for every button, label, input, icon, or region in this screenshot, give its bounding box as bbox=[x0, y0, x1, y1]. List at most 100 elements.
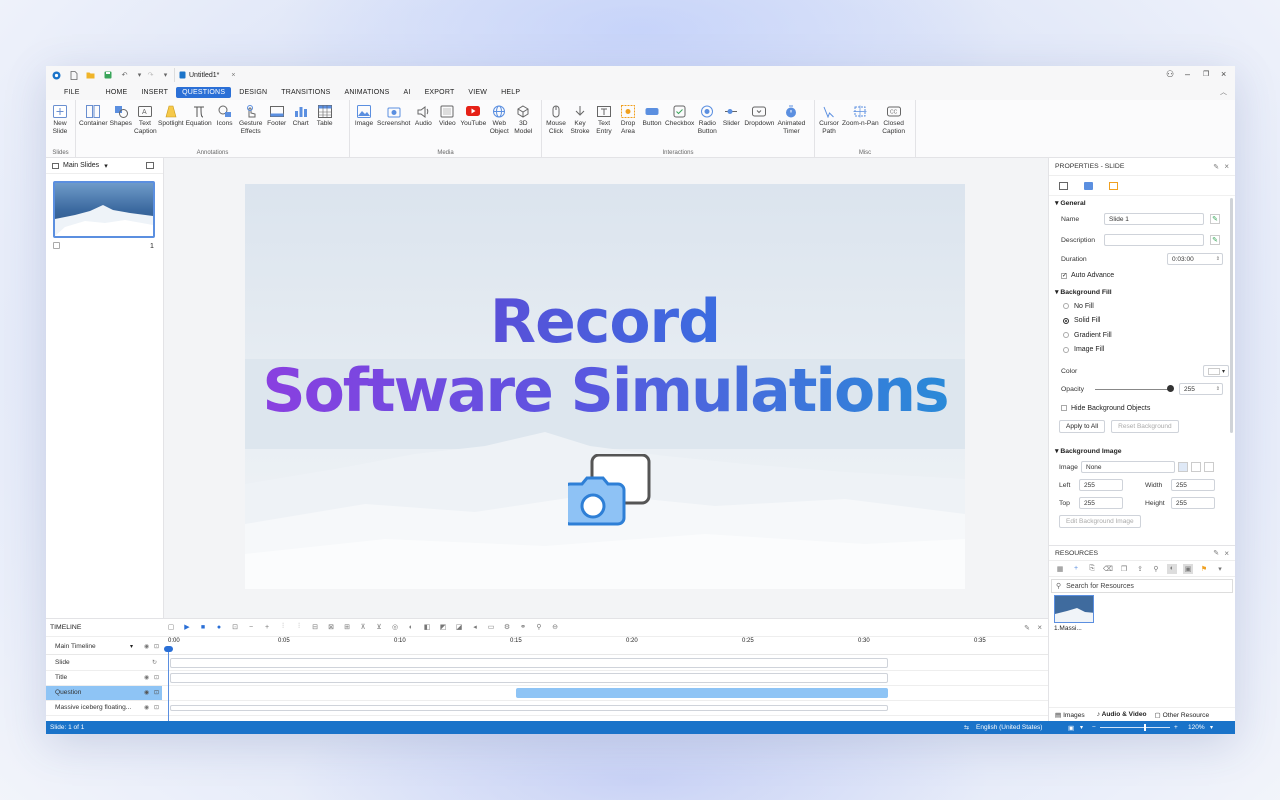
crop-icon[interactable]: ⊠ bbox=[326, 622, 336, 632]
name-field[interactable]: Slide 1 bbox=[1104, 213, 1204, 225]
show-used-icon[interactable]: ◐ bbox=[1167, 563, 1177, 574]
caption-icon[interactable]: ▭ bbox=[486, 622, 496, 632]
collapse-ribbon-icon[interactable]: ︿ bbox=[1220, 87, 1227, 97]
duration-spinner-icon[interactable]: ⇕ bbox=[1216, 256, 1220, 262]
filter-icon[interactable]: ⚲ bbox=[1151, 564, 1161, 574]
slide-thumbnail[interactable] bbox=[53, 181, 155, 238]
menu-questions[interactable]: QUESTIONS bbox=[176, 86, 232, 98]
slides-dropdown-icon[interactable]: ▾ bbox=[104, 162, 108, 170]
menu-view[interactable]: VIEW bbox=[462, 87, 493, 98]
zoom-out-icon[interactable]: − bbox=[246, 622, 256, 632]
mouse-click-button[interactable]: Mouse Click bbox=[545, 104, 567, 136]
close-properties-icon[interactable]: × bbox=[1224, 162, 1229, 171]
general-section[interactable]: ▾ General bbox=[1049, 196, 1235, 210]
tab-images[interactable]: ▤ Images bbox=[1055, 711, 1085, 719]
auto-advance-checkbox[interactable]: ✓ bbox=[1061, 272, 1067, 279]
equation-button[interactable]: Equation bbox=[186, 104, 212, 128]
slides-panel-title[interactable]: Main Slides bbox=[63, 162, 99, 169]
playhead-handle[interactable] bbox=[164, 646, 173, 652]
menu-export[interactable]: EXPORT bbox=[419, 87, 461, 98]
undo-dropdown-icon[interactable]: ▾ bbox=[137, 71, 142, 80]
zoom-in-icon[interactable]: + bbox=[262, 622, 272, 632]
no-fill-radio[interactable] bbox=[1063, 303, 1069, 310]
menu-ai[interactable]: AI bbox=[398, 87, 417, 98]
question-lock-icon[interactable]: ⊡ bbox=[154, 689, 159, 696]
solid-fill-radio[interactable] bbox=[1063, 317, 1069, 324]
restore-icon[interactable]: ❐ bbox=[1203, 70, 1209, 78]
zoom-n-pan-button[interactable]: Zoom-n-Pan bbox=[842, 104, 879, 128]
resource-item[interactable]: 1.Massi... bbox=[1054, 595, 1095, 632]
height-field[interactable]: 255 bbox=[1171, 497, 1215, 509]
volume-icon[interactable]: ◂ bbox=[470, 622, 480, 632]
fit-slide-icon[interactable]: ▣ bbox=[1068, 724, 1074, 732]
zoom-level[interactable]: 120% bbox=[1188, 724, 1205, 731]
document-tab[interactable]: Untitled1* × bbox=[174, 68, 239, 82]
audio-button[interactable]: Audio bbox=[412, 104, 434, 128]
menu-insert[interactable]: INSERT bbox=[135, 87, 174, 98]
zoom-dropdown-icon[interactable]: ▾ bbox=[1080, 724, 1083, 731]
image-file-icon[interactable] bbox=[1191, 462, 1201, 472]
timeline-view-icon[interactable]: ▢ bbox=[166, 622, 176, 632]
button-tool-button[interactable]: Button bbox=[641, 104, 663, 128]
new-slide-button[interactable]: New Slide bbox=[49, 104, 71, 136]
properties-scrollbar[interactable] bbox=[1230, 198, 1233, 433]
edit-background-image-button[interactable]: Edit Background Image bbox=[1059, 514, 1141, 528]
animated-timer-button[interactable]: Animated Timer bbox=[776, 104, 806, 136]
playhead[interactable] bbox=[168, 647, 169, 721]
chart-button[interactable]: Chart bbox=[290, 104, 312, 128]
cursor-path-button[interactable]: Cursor Path bbox=[818, 104, 840, 136]
pin-icon[interactable]: ✎ bbox=[1213, 163, 1219, 171]
group-icon[interactable]: ⊞ bbox=[342, 622, 352, 632]
drop-area-button[interactable]: Drop Area bbox=[617, 104, 639, 136]
play-icon[interactable]: ▶ bbox=[182, 622, 192, 632]
iceberg-track-bar[interactable] bbox=[170, 705, 888, 711]
text-entry-button[interactable]: Text Entry bbox=[593, 104, 615, 136]
delete-image-icon[interactable] bbox=[1204, 462, 1214, 472]
top-field[interactable]: 255 bbox=[1079, 497, 1123, 509]
dropdown-button[interactable]: Dropdown bbox=[744, 104, 774, 128]
account-icon[interactable]: ⚇ bbox=[1166, 69, 1174, 80]
resource-search-input[interactable]: Search for Resources bbox=[1066, 583, 1134, 590]
text-caption-button[interactable]: A Text Caption bbox=[134, 104, 157, 136]
browse-image-icon[interactable] bbox=[1178, 462, 1188, 472]
menu-home[interactable]: HOME bbox=[100, 87, 134, 98]
effect-icon[interactable]: ◐ bbox=[406, 622, 416, 632]
checkbox-button[interactable]: Checkbox bbox=[665, 104, 694, 128]
3d-model-button[interactable]: 3D Model bbox=[512, 104, 534, 136]
settings-icon[interactable]: ⚙ bbox=[502, 622, 512, 632]
link-icon[interactable]: ⚭ bbox=[518, 622, 528, 632]
transition-icon[interactable]: ◧ bbox=[422, 622, 432, 632]
slide-title-line1[interactable]: Record bbox=[245, 287, 965, 357]
color-picker[interactable]: ▾ bbox=[1203, 365, 1229, 377]
title-visibility-icon[interactable]: ◉ bbox=[144, 674, 149, 681]
closed-caption-button[interactable]: CC Closed Caption bbox=[881, 104, 907, 136]
opacity-slider[interactable] bbox=[1095, 385, 1174, 393]
question-track-bar[interactable] bbox=[516, 688, 888, 698]
pin-resources-icon[interactable]: ✎ bbox=[1213, 549, 1219, 557]
menu-transitions[interactable]: TRANSITIONS bbox=[275, 87, 336, 98]
image-field[interactable]: None bbox=[1081, 461, 1175, 473]
background-fill-section[interactable]: ▾ Background Fill bbox=[1049, 285, 1235, 299]
zoom-slider-handle[interactable] bbox=[1144, 724, 1146, 731]
iceberg-visibility-icon[interactable]: ◉ bbox=[144, 704, 149, 711]
menu-design[interactable]: DESIGN bbox=[233, 87, 273, 98]
image-edit-icon[interactable]: ◩ bbox=[438, 622, 448, 632]
overlay-icon[interactable]: ◪ bbox=[454, 622, 464, 632]
title-track-bar[interactable] bbox=[170, 673, 888, 683]
color-dropdown-icon[interactable]: ▾ bbox=[1222, 368, 1225, 375]
undo-icon[interactable]: ↶ bbox=[120, 71, 129, 80]
edit-name-icon[interactable]: ✎ bbox=[1210, 214, 1220, 224]
delete-resource-icon[interactable]: ⌫ bbox=[1103, 564, 1113, 574]
gesture-effects-button[interactable]: Gesture Effects bbox=[238, 104, 264, 136]
export-icon[interactable]: ⇪ bbox=[1135, 564, 1145, 574]
background-image-section[interactable]: ▾ Background Image bbox=[1049, 444, 1235, 458]
record-icon[interactable]: ● bbox=[214, 622, 224, 632]
iceberg-lock-icon[interactable]: ⊡ bbox=[154, 704, 159, 711]
close-window-icon[interactable]: × bbox=[1221, 69, 1226, 79]
lock-icon[interactable]: ⊡ bbox=[154, 643, 159, 650]
footer-button[interactable]: Footer bbox=[266, 104, 288, 128]
view-grid-icon[interactable]: ▦ bbox=[1055, 564, 1065, 574]
import-icon[interactable]: ⎘ bbox=[1087, 564, 1097, 574]
zoom-in-status-icon[interactable]: + bbox=[1174, 724, 1178, 731]
open-folder-icon[interactable] bbox=[86, 71, 95, 80]
